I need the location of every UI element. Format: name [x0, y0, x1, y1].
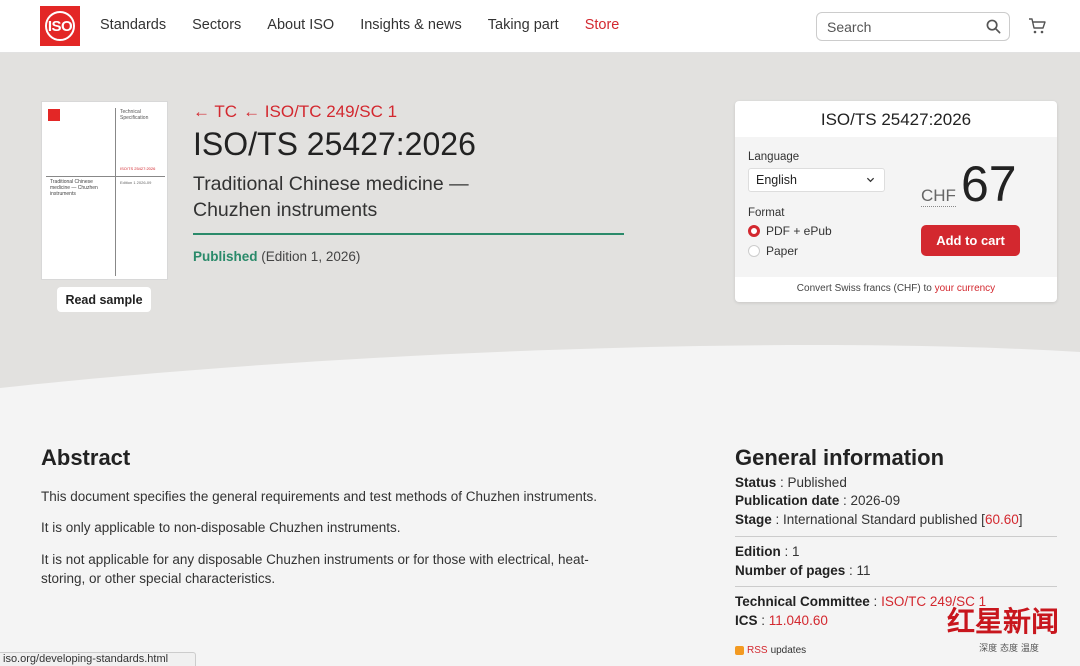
info-status: Status : Published — [735, 475, 847, 490]
abstract-paragraph: This document specifies the general requ… — [41, 489, 598, 504]
cart-icon[interactable] — [1028, 17, 1046, 35]
nav-standards[interactable]: Standards — [100, 17, 166, 33]
info-label: Status — [735, 475, 777, 490]
search-input[interactable] — [827, 18, 986, 35]
info-divider — [735, 536, 1057, 537]
iso-logo-text: ISO — [45, 11, 75, 41]
info-ics: ICS : 11.040.60 — [735, 613, 828, 628]
abstract-paragraph: It is not applicable for any disposable … — [41, 552, 589, 586]
price-value: 67 — [961, 156, 1017, 212]
nav-store[interactable]: Store — [585, 17, 620, 33]
language-value: English — [756, 173, 797, 187]
currency-convert: Convert Swiss francs (CHF) to your curre… — [735, 283, 1057, 294]
search-icon[interactable] — [986, 19, 1001, 34]
info-divider — [735, 586, 1057, 587]
purchase-card: ISO/TS 25427:2026 Language English Forma… — [735, 101, 1057, 302]
cover-iso-logo — [48, 109, 60, 121]
info-label: Stage — [735, 512, 772, 527]
add-to-cart-button[interactable]: Add to cart — [921, 225, 1020, 256]
rss-link[interactable]: RSS — [747, 645, 768, 656]
info-stage: Stage : International Standard published… — [735, 512, 1023, 527]
iso-logo[interactable]: ISO — [40, 6, 80, 46]
purchase-card-title: ISO/TS 25427:2026 — [820, 110, 972, 129]
nav-about-iso[interactable]: About ISO — [267, 17, 334, 33]
abstract-heading: Abstract — [41, 445, 131, 470]
info-label: Edition — [735, 544, 781, 559]
rss-updates: RSS updates — [735, 645, 806, 656]
language-select[interactable]: English — [748, 168, 885, 192]
breadcrumb-tc[interactable]: ← TC — [193, 102, 237, 122]
status-published: Published — [193, 249, 258, 264]
info-publication-date: Publication date : 2026-09 — [735, 493, 901, 508]
page-subtitle: Traditional Chinese medicine — Chuzhen i… — [193, 173, 469, 221]
format-option-paper[interactable]: Paper — [748, 244, 798, 258]
info-label: ICS — [735, 613, 758, 628]
search-box — [816, 12, 1010, 41]
ics-link[interactable]: 11.040.60 — [769, 613, 828, 628]
info-value: International Standard published [ — [783, 512, 985, 527]
cover-title: Traditional Chinese medicine — Chuzhen i… — [50, 179, 98, 197]
format-option-pdf[interactable]: PDF + ePub — [748, 224, 832, 238]
currency-label: CHF — [921, 186, 956, 207]
convert-text: Convert Swiss francs (CHF) to — [796, 283, 932, 294]
general-info-heading: General information — [735, 445, 945, 470]
language-label: Language — [748, 151, 800, 163]
cover-divider-horizontal — [46, 176, 165, 177]
info-label: Technical Committee — [735, 594, 870, 609]
breadcrumb-sc[interactable]: ← ISO/TC 249/SC 1 — [243, 102, 397, 122]
nav-taking-part[interactable]: Taking part — [488, 17, 559, 33]
cover-code: ISO/TS 25427:2026 — [120, 166, 156, 171]
info-pages: Number of pages : 11 — [735, 563, 871, 578]
info-value: 2026-09 — [850, 493, 901, 508]
rss-icon — [735, 646, 744, 655]
info-value: 11 — [856, 563, 871, 578]
rss-text: updates — [770, 645, 807, 656]
info-value: ] — [1018, 512, 1023, 527]
watermark-slogan: 深度 态度 温度 — [979, 644, 1039, 654]
wave-divider — [0, 345, 1080, 410]
cover-heading: Technical Specification — [120, 109, 149, 121]
info-label: Number of pages — [735, 563, 846, 578]
status-edition: (Edition 1, 2026) — [261, 249, 361, 264]
format-option-label: PDF + ePub — [766, 224, 832, 238]
watermark-text: 红星新闻 — [947, 605, 1060, 638]
status-divider — [193, 233, 624, 235]
your-currency-link[interactable]: your currency — [935, 283, 996, 294]
cover-edition: Edition 1 2026-09 — [120, 180, 152, 185]
info-edition: Edition : 1 — [735, 544, 800, 559]
watermark-logo: 红星新闻 深度 态度 温度 — [945, 596, 1073, 658]
info-value: 1 — [792, 544, 800, 559]
cover-divider-vertical — [115, 108, 116, 276]
document-cover-thumbnail[interactable]: Technical Specification ISO/TS 25427:202… — [41, 101, 168, 280]
format-label: Format — [748, 207, 785, 219]
read-sample-button[interactable]: Read sample — [57, 287, 151, 312]
top-navigation-bar: ISO Standards Sectors About ISO Insights… — [0, 0, 1080, 53]
radio-unselected-icon[interactable] — [748, 245, 760, 257]
chevron-down-icon — [866, 177, 875, 183]
status-bar-url: iso.org/developing-standards.html — [0, 652, 196, 666]
radio-selected-icon[interactable] — [748, 225, 760, 237]
breadcrumb: ← TC ← ISO/TC 249/SC 1 — [193, 102, 397, 122]
publication-status: Published (Edition 1, 2026) — [193, 249, 360, 264]
abstract-paragraph: It is only applicable to non-disposable … — [41, 520, 401, 535]
stage-code-link[interactable]: 60.60 — [985, 512, 1019, 527]
info-value: Published — [787, 475, 847, 490]
main-nav: Standards Sectors About ISO Insights & n… — [100, 17, 619, 33]
nav-sectors[interactable]: Sectors — [192, 17, 241, 33]
format-option-label: Paper — [766, 244, 799, 258]
nav-insights-news[interactable]: Insights & news — [360, 17, 462, 33]
page-title: ISO/TS 25427:2026 — [193, 126, 476, 162]
info-label: Publication date — [735, 493, 840, 508]
